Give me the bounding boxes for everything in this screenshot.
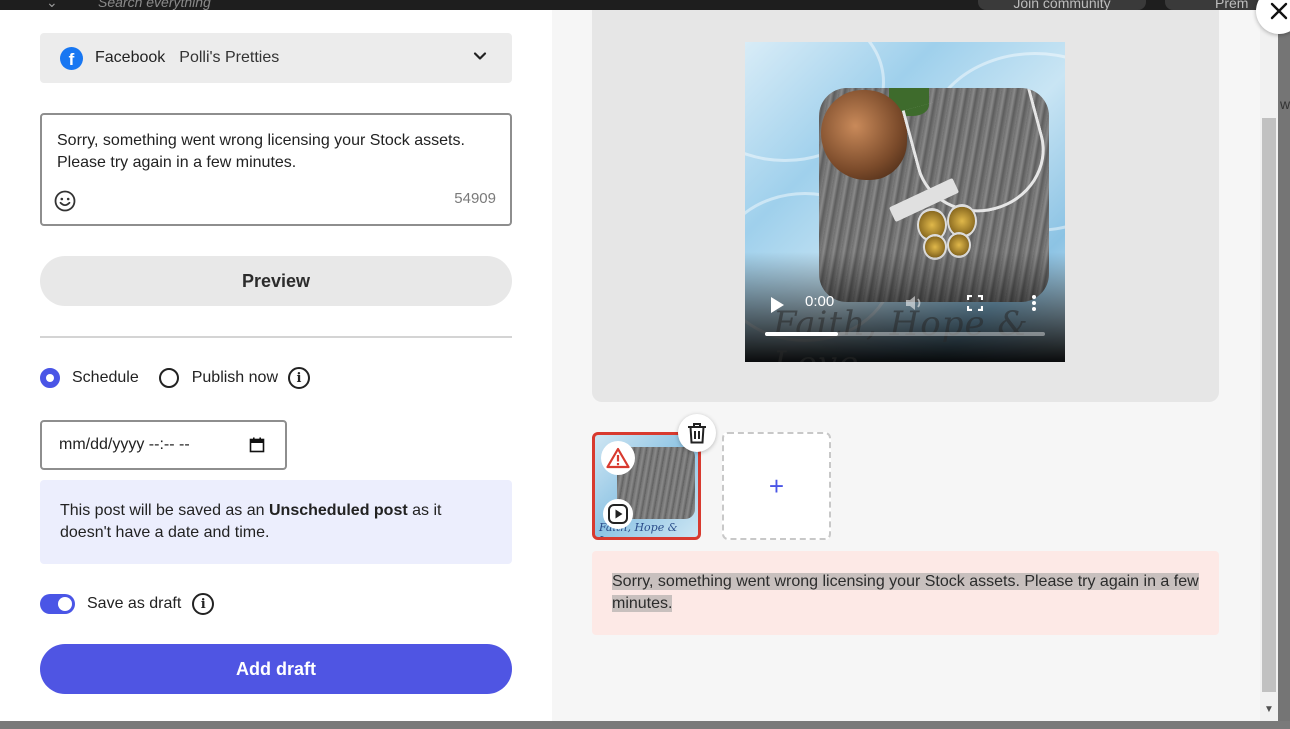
backdrop-text: w [1280,96,1290,112]
scroll-down-icon[interactable]: ▼ [1264,704,1274,715]
emoji-icon[interactable] [54,190,76,212]
caption-textarea[interactable]: Sorry, something went wrong licensing yo… [40,113,512,226]
schedule-post-modal: f Facebook Polli's Pretties Sorry, somet… [0,10,1278,721]
notice-text: This post will be saved as an [60,502,269,519]
backdrop-bottom [0,721,1290,729]
info-icon[interactable]: i [192,593,215,615]
save-draft-row: Save as draft i [40,592,215,616]
datetime-input[interactable]: mm/dd/yyyy --:-- -- [40,420,287,470]
chevron-down-icon [473,52,487,60]
unscheduled-notice: This post will be saved as an Unschedule… [40,480,512,564]
video-player[interactable]: Faith, Hope & Love 0:00 [745,42,1065,362]
character-count: 54909 [454,190,496,207]
close-icon [1270,2,1288,20]
add-draft-button[interactable]: Add draft [40,644,512,694]
video-controls: 0:00 [745,290,1065,330]
media-panel: Faith, Hope & Love 0:00 Faith, Hope & Lo… [552,10,1260,721]
preview-button[interactable]: Preview [40,256,512,306]
fullscreen-icon[interactable] [967,295,983,311]
publish-now-label[interactable]: Publish now [192,369,278,387]
datetime-placeholder: mm/dd/yyyy --:-- -- [59,436,190,453]
caption-text: Sorry, something went wrong licensing yo… [57,132,465,171]
post-editor-panel: f Facebook Polli's Pretties Sorry, somet… [0,10,552,721]
modal-scrollbar[interactable]: ▲ ▼ [1260,10,1278,721]
save-draft-toggle[interactable] [40,594,75,614]
error-message: Sorry, something went wrong licensing yo… [592,551,1219,635]
video-progress-fill [765,332,838,336]
publish-now-radio[interactable] [158,368,179,388]
save-draft-label: Save as draft [87,595,182,612]
network-name: Facebook [95,49,166,66]
add-media-button[interactable]: + [722,432,831,540]
calendar-icon[interactable] [249,437,265,453]
schedule-label[interactable]: Schedule [72,369,139,387]
more-options-icon[interactable] [1031,294,1037,312]
video-badge-icon [603,499,633,529]
delete-media-button[interactable] [678,414,716,452]
video-progress-bar[interactable] [765,332,1045,336]
trash-icon [688,423,706,444]
search-input[interactable]: Search everything [98,0,211,10]
publish-options: Schedule Publish now i [40,366,310,390]
scrollbar-thumb[interactable] [1262,118,1276,692]
error-text: Sorry, something went wrong licensing yo… [612,573,1199,612]
warning-icon [601,441,635,475]
media-preview-stage: Faith, Hope & Love 0:00 [592,10,1219,402]
plus-icon: + [768,470,785,501]
facebook-icon: f [60,46,83,70]
notice-bold-text: Unscheduled post [269,502,408,519]
play-icon[interactable] [769,296,785,314]
video-time: 0:00 [805,293,835,310]
volume-icon[interactable] [905,294,925,312]
pine-cone [821,90,907,180]
account-selector[interactable]: f Facebook Polli's Pretties [40,33,512,83]
join-community-button[interactable]: Join community [978,0,1146,11]
info-icon[interactable]: i [288,367,310,389]
schedule-radio[interactable] [40,368,60,388]
page-name: Polli's Pretties [179,49,280,66]
divider [40,336,512,338]
